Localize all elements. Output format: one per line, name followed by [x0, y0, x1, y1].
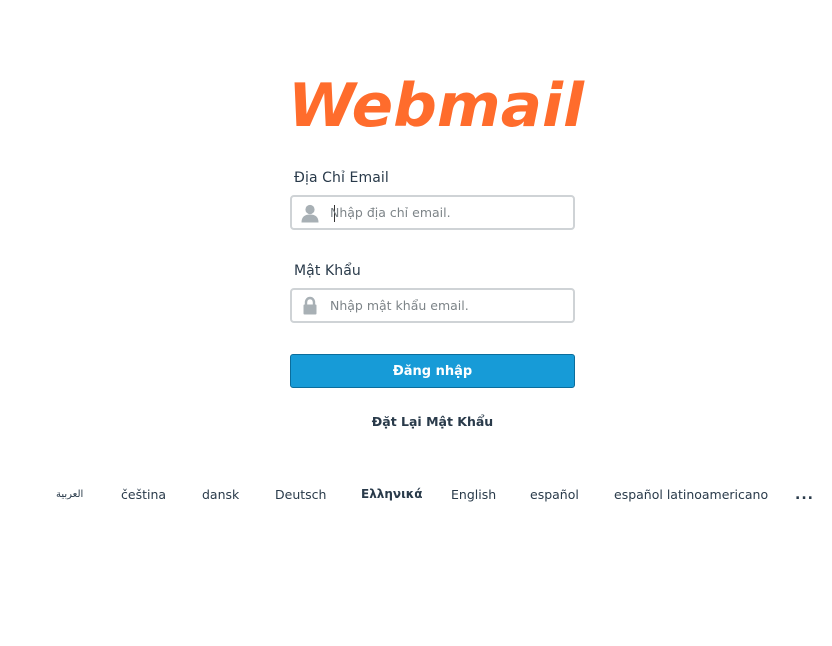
locale-link-spanish[interactable]: español	[530, 487, 579, 502]
login-page: Webmail Địa Chỉ Email Mật Khẩu Đăng nhập…	[0, 0, 832, 646]
locale-link-czech[interactable]: čeština	[121, 487, 166, 502]
locale-link-german[interactable]: Deutsch	[275, 487, 326, 502]
more-locales-button[interactable]: ...	[795, 487, 814, 503]
user-icon	[301, 204, 319, 223]
locale-list: العربية čeština dansk Deutsch Ελληνικά E…	[0, 487, 832, 507]
locale-link-english[interactable]: English	[451, 487, 496, 502]
locale-link-spanish-latam[interactable]: español latinoamericano	[614, 487, 768, 502]
lock-icon	[303, 296, 317, 315]
webmail-logo: Webmail	[284, 72, 590, 134]
locale-link-danish[interactable]: dansk	[202, 487, 239, 502]
locale-link-greek[interactable]: Ελληνικά	[361, 487, 423, 501]
password-label: Mật Khẩu	[294, 263, 361, 279]
webmail-logo-image: Webmail	[288, 72, 585, 134]
locale-link-arabic[interactable]: العربية	[56, 489, 83, 500]
password-input-group[interactable]	[290, 288, 575, 323]
email-input-group[interactable]	[290, 195, 575, 230]
svg-text:Webmail: Webmail	[288, 72, 585, 134]
email-input[interactable]	[330, 197, 566, 228]
reset-password-link[interactable]: Đặt Lại Mật Khẩu	[290, 414, 575, 429]
password-input[interactable]	[330, 290, 566, 321]
email-label: Địa Chỉ Email	[294, 170, 389, 186]
login-button[interactable]: Đăng nhập	[290, 354, 575, 388]
